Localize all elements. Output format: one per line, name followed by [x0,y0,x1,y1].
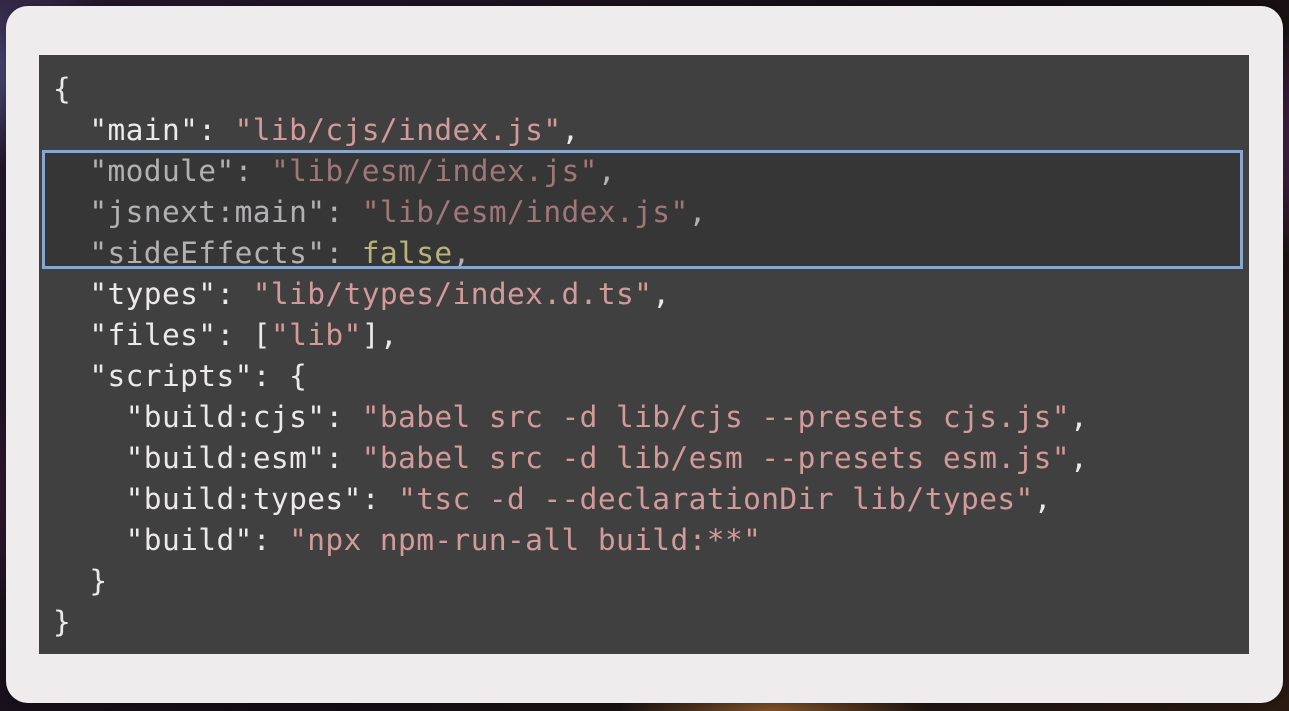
code-string: "tsc -d --declarationDir lib/types" [398,482,1034,516]
code-punctuation: } [53,605,72,639]
code-string: "npx npm-run-all build:**" [289,523,762,557]
code-punctuation: "files": [ [53,318,271,352]
code-punctuation: , [1070,441,1089,475]
code-punctuation: "build:types": [53,482,399,516]
code-string: "lib/types/index.d.ts" [252,277,653,311]
code-punctuation: "build": [53,523,290,557]
code-line: "files": ["lib"], [53,315,1088,356]
code-punctuation: { [53,72,72,106]
code-punctuation: , [561,113,580,147]
code-punctuation: "build:esm": [53,441,362,475]
code-punctuation: "types": [53,277,253,311]
code-punctuation: "main": [53,113,235,147]
code-line: { [53,69,1088,110]
code-line: "build:esm": "babel src -d lib/esm --pre… [53,438,1088,479]
code-punctuation: ], [361,318,399,352]
code-line: "types": "lib/types/index.d.ts", [53,274,1088,315]
code-line: "build:types": "tsc -d --declarationDir … [53,479,1088,520]
code-line: "build:cjs": "babel src -d lib/cjs --pre… [53,397,1088,438]
code-punctuation: "build:cjs": [53,400,362,434]
code-line: "main": "lib/cjs/index.js", [53,110,1088,151]
code-string: "lib" [270,318,362,352]
code-line: } [53,602,1088,643]
code-string: "babel src -d lib/esm --presets esm.js" [361,441,1070,475]
code-line: "build": "npx npm-run-all build:**" [53,520,1088,561]
code-line: "scripts": { [53,356,1088,397]
code-panel: { "main": "lib/cjs/index.js", "module": … [39,55,1249,654]
code-line: } [53,561,1088,602]
highlight-box [42,150,1243,269]
code-punctuation: , [1070,400,1089,434]
code-punctuation: } [53,564,108,598]
code-punctuation: , [1033,482,1052,516]
code-string: "lib/cjs/index.js" [234,113,562,147]
code-string: "babel src -d lib/cjs --presets cjs.js" [361,400,1070,434]
code-punctuation: , [652,277,671,311]
code-punctuation: "scripts": { [53,359,308,393]
